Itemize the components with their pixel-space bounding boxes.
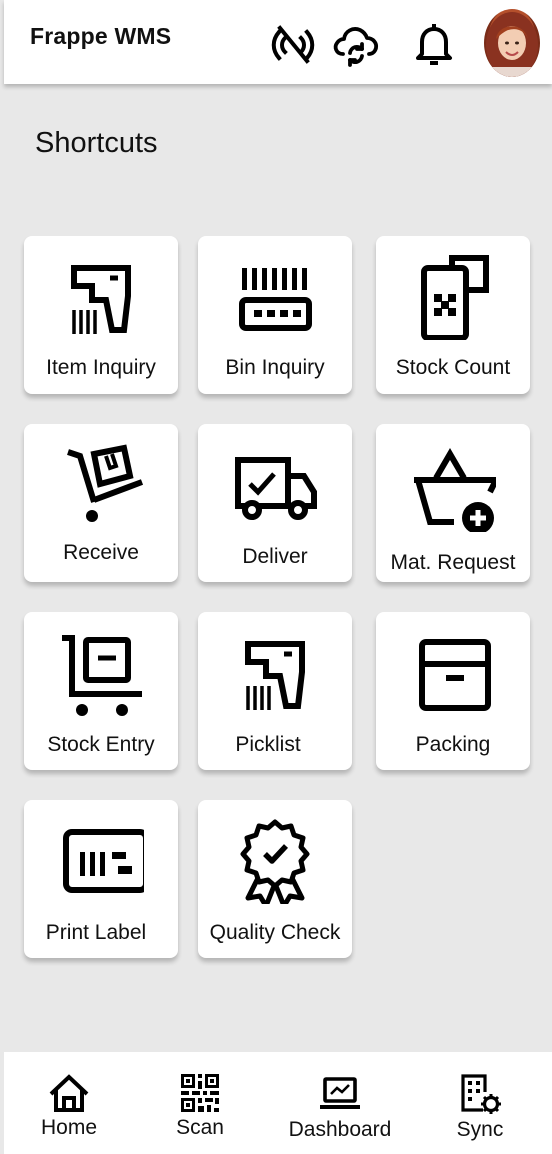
shortcut-item-inquiry[interactable]: Item Inquiry bbox=[24, 236, 178, 394]
shortcut-label: Item Inquiry bbox=[46, 356, 156, 379]
award-badge-icon bbox=[232, 818, 318, 904]
bin-barcode-icon bbox=[232, 254, 318, 340]
mobile-count-icon bbox=[410, 254, 496, 340]
user-avatar[interactable] bbox=[484, 9, 540, 77]
nav-home[interactable]: Home bbox=[32, 1052, 106, 1154]
shortcut-receive[interactable]: Receive bbox=[24, 424, 178, 582]
barcode-scanner-icon bbox=[58, 254, 144, 340]
laptop-chart-icon bbox=[319, 1072, 361, 1114]
shortcut-bin-inquiry[interactable]: Bin Inquiry bbox=[198, 236, 352, 394]
shortcut-mat-request[interactable]: Mat. Request bbox=[376, 424, 530, 582]
shortcut-picklist[interactable]: Picklist bbox=[198, 612, 352, 770]
shortcut-label: Print Label bbox=[45, 921, 147, 944]
nav-scan[interactable]: Scan bbox=[166, 1052, 234, 1154]
delivery-truck-icon bbox=[232, 446, 318, 532]
shortcut-label: Picklist bbox=[235, 733, 301, 756]
basket-add-icon bbox=[410, 446, 496, 532]
nav-label: Sync bbox=[456, 1118, 504, 1141]
archive-box-icon bbox=[410, 630, 496, 716]
building-gear-icon bbox=[459, 1072, 501, 1114]
nav-label: Dashboard bbox=[288, 1118, 392, 1141]
home-icon bbox=[48, 1072, 90, 1114]
shortcut-stock-count[interactable]: Stock Count bbox=[376, 236, 530, 394]
cloud-sync-icon[interactable] bbox=[331, 20, 379, 68]
nav-sync[interactable]: Sync bbox=[450, 1052, 510, 1154]
nav-label: Home bbox=[40, 1116, 98, 1139]
cart-box-icon bbox=[58, 630, 144, 716]
shortcut-packing[interactable]: Packing bbox=[376, 612, 530, 770]
shortcut-label: Stock Entry bbox=[47, 733, 155, 756]
shortcut-label: Deliver bbox=[242, 545, 308, 568]
shortcut-print-label[interactable]: Print Label bbox=[24, 800, 178, 958]
shortcut-label: Bin Inquiry bbox=[225, 356, 325, 379]
shortcut-label: Receive bbox=[63, 541, 139, 564]
shortcut-deliver[interactable]: Deliver bbox=[198, 424, 352, 582]
nav-label: Scan bbox=[176, 1116, 224, 1139]
bell-icon[interactable] bbox=[410, 20, 458, 68]
nav-dashboard[interactable]: Dashboard bbox=[280, 1052, 400, 1154]
label-printer-icon bbox=[58, 818, 144, 904]
app-bar: Frappe WMS bbox=[4, 0, 552, 84]
app-title: Frappe WMS bbox=[30, 23, 172, 49]
shortcut-label: Packing bbox=[415, 733, 491, 756]
shortcut-label: Mat. Request bbox=[390, 551, 516, 574]
shortcut-label: Quality Check bbox=[209, 921, 341, 944]
shortcut-quality-check[interactable]: Quality Check bbox=[198, 800, 352, 958]
shortcut-label: Stock Count bbox=[395, 356, 511, 379]
bottom-nav: Home Scan Dashboard Sync bbox=[4, 1052, 552, 1154]
hand-truck-box-icon bbox=[58, 442, 144, 528]
qr-code-icon bbox=[179, 1072, 221, 1114]
no-signal-icon[interactable] bbox=[269, 20, 317, 68]
shortcut-stock-entry[interactable]: Stock Entry bbox=[24, 612, 178, 770]
section-title: Shortcuts bbox=[35, 127, 158, 159]
barcode-scanner-icon bbox=[232, 630, 318, 716]
